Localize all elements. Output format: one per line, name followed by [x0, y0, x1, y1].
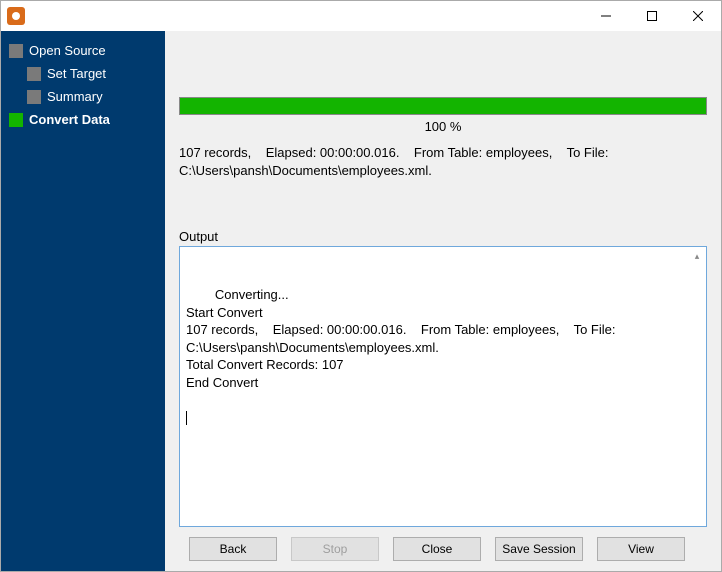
close-window-button[interactable]	[675, 1, 721, 31]
step-indicator-icon	[27, 67, 41, 81]
stop-button[interactable]: Stop	[291, 537, 379, 561]
sidebar-item-summary[interactable]: Summary	[1, 85, 165, 108]
status-text: 107 records, Elapsed: 00:00:00.016. From…	[179, 144, 707, 189]
window-controls	[583, 1, 721, 31]
sidebar-item-label: Set Target	[47, 66, 106, 81]
output-textarea[interactable]: ▴ Converting... Start Convert 107 record…	[179, 246, 707, 527]
output-label: Output	[179, 229, 707, 244]
close-button[interactable]: Close	[393, 537, 481, 561]
sidebar-item-label: Summary	[47, 89, 103, 104]
main-panel: 100 % 107 records, Elapsed: 00:00:00.016…	[165, 31, 721, 571]
progress-percent: 100 %	[179, 115, 707, 144]
app-window: Open Source Set Target Summary Convert D…	[0, 0, 722, 572]
sidebar-item-convert-data[interactable]: Convert Data	[1, 108, 165, 131]
view-button[interactable]: View	[597, 537, 685, 561]
minimize-button[interactable]	[583, 1, 629, 31]
text-cursor	[186, 411, 187, 425]
nav-tree: Open Source Set Target Summary Convert D…	[1, 39, 165, 131]
body: Open Source Set Target Summary Convert D…	[1, 31, 721, 571]
sidebar-item-open-source[interactable]: Open Source	[1, 39, 165, 62]
progress-bar	[179, 97, 707, 115]
step-indicator-icon	[27, 90, 41, 104]
step-indicator-icon	[9, 113, 23, 127]
sidebar-item-label: Convert Data	[29, 112, 110, 127]
step-indicator-icon	[9, 44, 23, 58]
maximize-button[interactable]	[629, 1, 675, 31]
sidebar-item-set-target[interactable]: Set Target	[1, 62, 165, 85]
sidebar: Open Source Set Target Summary Convert D…	[1, 31, 165, 571]
app-icon	[7, 7, 25, 25]
output-log-text: Converting... Start Convert 107 records,…	[186, 287, 619, 390]
save-session-button[interactable]: Save Session	[495, 537, 583, 561]
scroll-up-icon[interactable]: ▴	[690, 249, 704, 263]
sidebar-item-label: Open Source	[29, 43, 106, 58]
progress-section: 100 %	[179, 97, 707, 144]
back-button[interactable]: Back	[189, 537, 277, 561]
titlebar	[1, 1, 721, 31]
button-row: Back Stop Close Save Session View	[179, 527, 707, 561]
